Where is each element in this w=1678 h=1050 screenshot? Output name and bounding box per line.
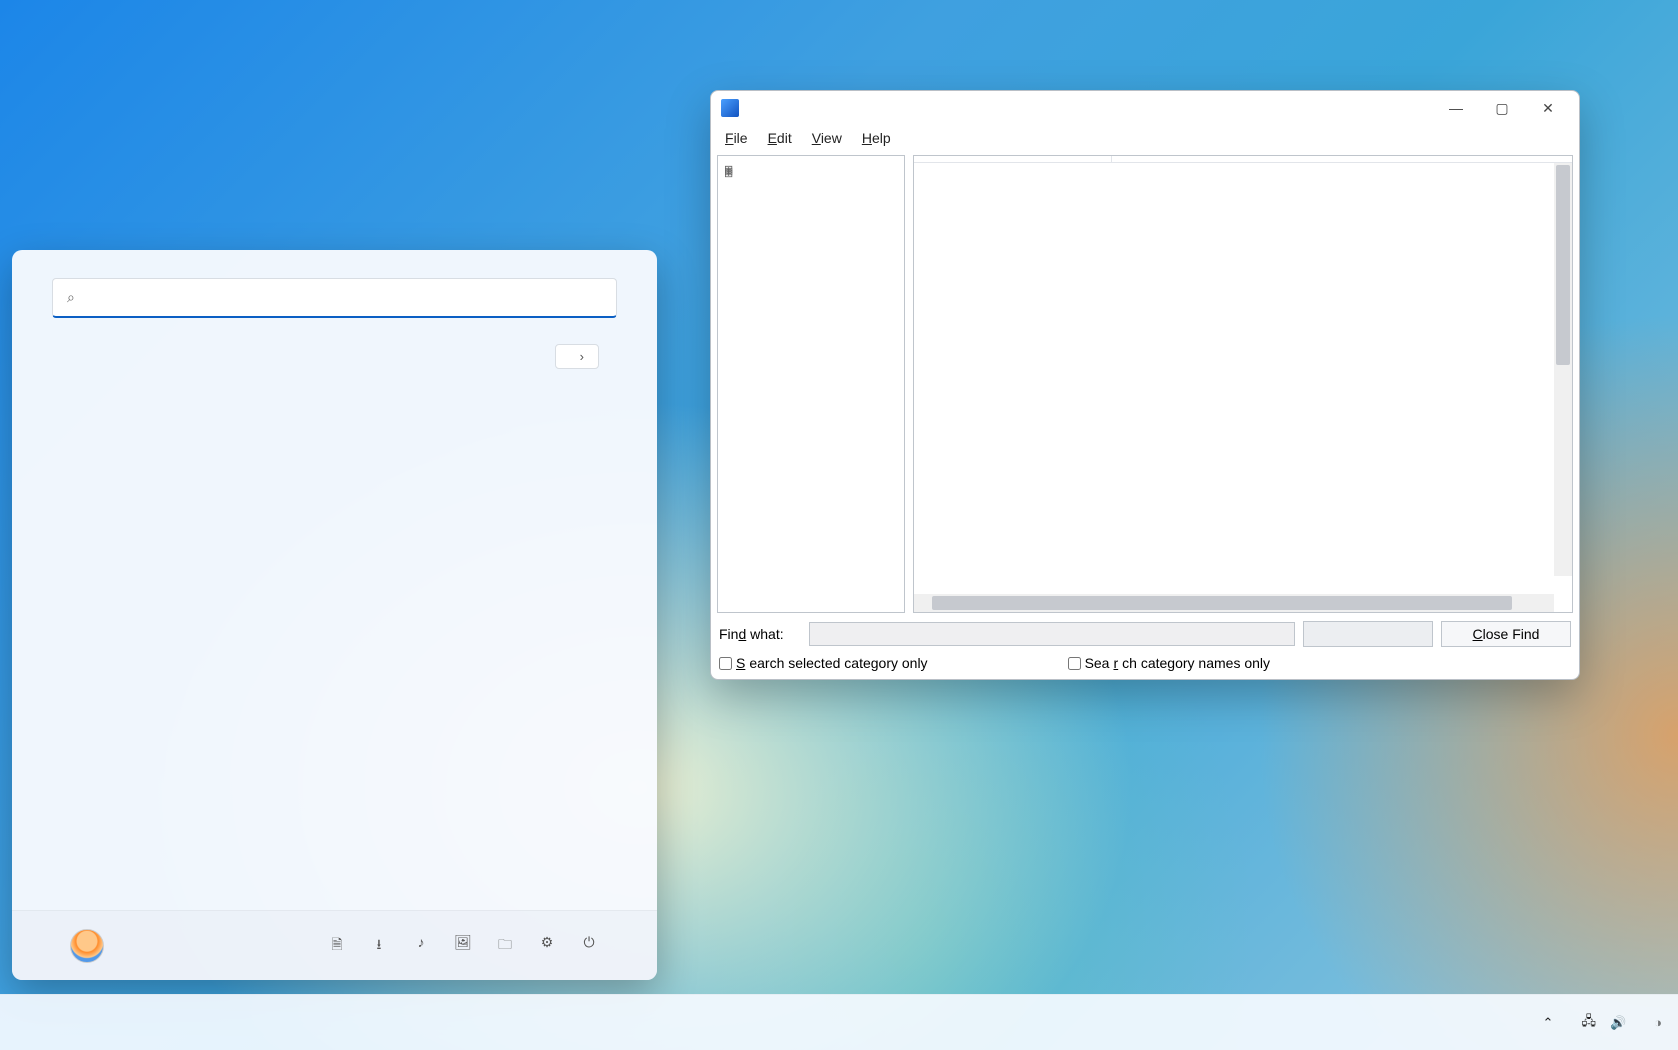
sysinfo-details [913, 155, 1573, 613]
search-icon: ⌕ [67, 289, 75, 306]
system-tray: ⌃ 🖧 🔊 ◑ [1543, 1012, 1672, 1034]
find-input[interactable] [809, 622, 1295, 646]
network-icon[interactable]: 🖧 [1581, 1012, 1596, 1034]
power-icon[interactable]: ⏻ [579, 934, 599, 958]
sysinfo-rows[interactable] [914, 163, 1572, 594]
downloads-icon[interactable]: ⭳ [369, 934, 389, 958]
settings-icon[interactable]: ⚙ [537, 934, 557, 958]
start-search-input[interactable] [87, 289, 602, 306]
sysinfo-titlebar[interactable]: — ▢ ✕ [711, 91, 1579, 125]
sysinfo-menubar: File Edit View Help [711, 125, 1579, 151]
tray-chevron-up-icon[interactable]: ⌃ [1543, 1015, 1554, 1031]
sysinfo-app-icon [721, 99, 739, 117]
volume-icon[interactable]: 🔊 [1610, 1015, 1626, 1031]
menu-view[interactable]: View [804, 128, 850, 148]
system-information-window: — ▢ ✕ File Edit View Help Find what [710, 90, 1580, 680]
horizontal-scrollbar[interactable] [914, 594, 1554, 612]
sysinfo-columns[interactable] [914, 156, 1572, 163]
minimize-button[interactable]: — [1433, 93, 1479, 123]
vertical-scrollbar[interactable] [1554, 163, 1572, 576]
menu-edit[interactable]: Edit [760, 128, 800, 148]
menu-help[interactable]: Help [854, 128, 899, 148]
pinned-apps-grid [12, 369, 657, 383]
search-selected-only-checkbox[interactable]: Search selected category only [719, 655, 928, 671]
start-search-box[interactable]: ⌕ [52, 278, 617, 318]
tree-software-environment[interactable] [724, 166, 898, 168]
scroll-thumb[interactable] [932, 596, 1512, 610]
start-menu-footer: 🗎 ⭳ ♪ 🖼 🗀 ⚙ ⏻ [12, 910, 657, 980]
col-value[interactable] [1112, 156, 1572, 162]
close-button[interactable]: ✕ [1525, 93, 1571, 123]
menu-file[interactable]: File [717, 128, 756, 148]
search-category-names-only-checkbox[interactable]: Search category names only [1068, 655, 1270, 671]
taskbar: ⌃ 🖧 🔊 ◑ [0, 994, 1678, 1050]
folder-icon[interactable]: 🗀 [495, 934, 515, 958]
col-item[interactable] [914, 156, 1112, 162]
find-label: Find what: [719, 626, 801, 642]
chevron-right-icon: › [580, 349, 584, 364]
sysinfo-tree[interactable] [717, 155, 905, 613]
document-icon[interactable]: 🗎 [327, 934, 347, 958]
notifications-icon[interactable]: ◑ [1654, 1015, 1662, 1030]
all-apps-button[interactable]: › [555, 344, 599, 369]
maximize-button[interactable]: ▢ [1479, 93, 1525, 123]
user-avatar[interactable] [70, 929, 104, 963]
sysinfo-find-bar: Find what: Close Find Search selected ca… [711, 615, 1579, 679]
find-button[interactable] [1303, 621, 1433, 647]
pictures-icon[interactable]: 🖼 [453, 934, 473, 958]
scroll-thumb[interactable] [1556, 165, 1570, 365]
start-menu: ⌕ › 🗎 ⭳ ♪ 🖼 🗀 ⚙ ⏻ [12, 250, 657, 980]
close-find-button[interactable]: Close Find [1441, 621, 1571, 647]
music-icon[interactable]: ♪ [411, 934, 431, 958]
recommended-hint [12, 423, 657, 433]
